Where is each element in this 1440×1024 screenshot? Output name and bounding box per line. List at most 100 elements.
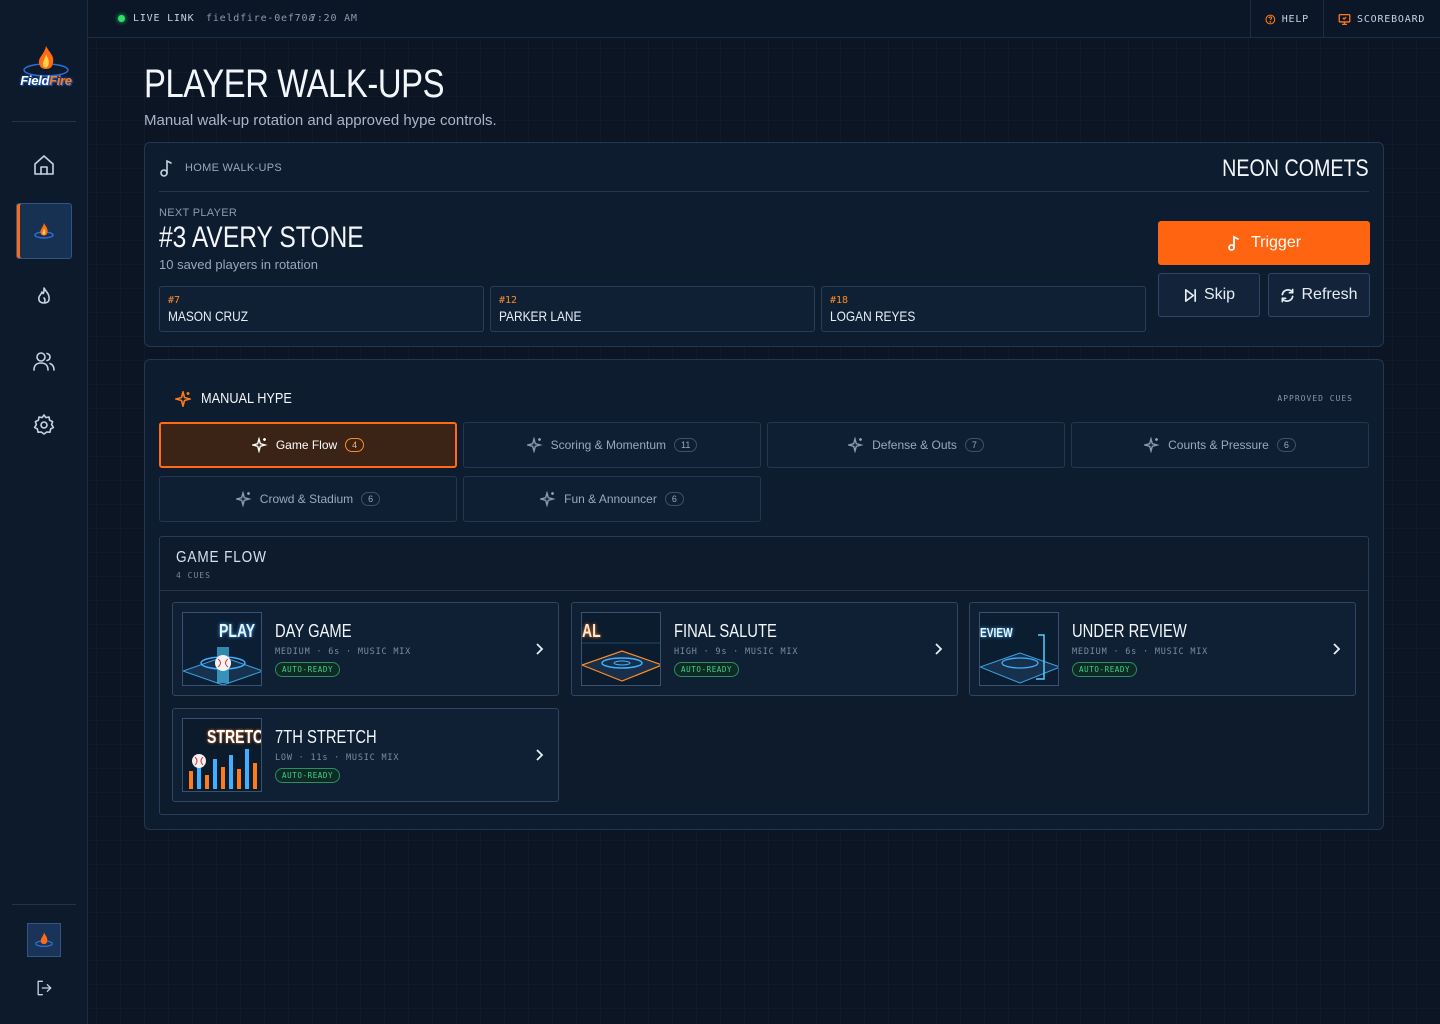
logout-button[interactable] — [16, 960, 72, 1016]
cue-card-day-game[interactable]: PLAY DAY GAME MEDIUM · 6s · MUSIC MIX AU… — [172, 602, 559, 696]
chevron-right-icon — [1329, 641, 1343, 657]
trigger-label: Trigger — [1250, 234, 1302, 251]
nav-home[interactable] — [16, 137, 72, 193]
refresh-button[interactable]: Refresh — [1268, 273, 1370, 317]
skip-label: Skip — [1203, 286, 1236, 303]
sparkle-icon — [540, 491, 556, 507]
topbar: LIVE LINK fieldfire-0ef70a 7:20 AM HELP … — [88, 0, 1440, 38]
player-name: LOGAN REYES — [830, 308, 916, 324]
cue-thumbnail: STRETC — [182, 718, 262, 792]
live-dot-icon — [118, 15, 125, 22]
upcoming-player-card[interactable]: #18 LOGAN REYES — [821, 286, 1146, 332]
tab-label: Game Flow — [275, 438, 338, 452]
cue-title: FINAL SALUTE — [674, 621, 777, 641]
tab-crowd-stadium[interactable]: Crowd & Stadium 6 — [159, 476, 457, 522]
thumbnail-word: AL — [582, 621, 601, 641]
help-label: HELP — [1281, 13, 1309, 25]
cue-card-7th-stretch[interactable]: STRETC 7TH STRETCH LOW · 11s · MUSIC MIX… — [172, 708, 559, 802]
thumbnail-word: PLAY — [219, 621, 256, 641]
scoreboard-label: SCOREBOARD — [1357, 13, 1426, 25]
tab-label: Defense & Outs — [872, 438, 957, 452]
nav-players[interactable] — [16, 333, 72, 389]
player-number: #7 — [168, 295, 181, 306]
nav-walkups[interactable] — [16, 203, 72, 259]
chevron-right-icon — [931, 641, 945, 657]
live-status: LIVE LINK — [118, 13, 194, 24]
flame-icon — [38, 287, 50, 304]
manual-hype-panel: MANUAL HYPE APPROVED CUES Game Flow 4 Sc… — [144, 359, 1384, 830]
tab-count-badge: 6 — [664, 492, 684, 506]
thumbnail-word: EVIEW — [980, 625, 1013, 640]
cue-group-count: 4 CUES — [176, 571, 211, 580]
tab-game-flow[interactable]: Game Flow 4 — [159, 422, 457, 468]
tab-scoring-momentum[interactable]: Scoring & Momentum 11 — [463, 422, 761, 468]
cue-group: GAME FLOW 4 CUES PLAY DAY GAME MEDIUM · … — [159, 536, 1369, 815]
help-button[interactable]: HELP — [1250, 0, 1323, 38]
walkup-section-label: HOME WALK-UPS — [185, 162, 283, 174]
tab-defense-outs[interactable]: Defense & Outs 7 — [767, 422, 1065, 468]
sidebar: FieldFire — [0, 0, 88, 1024]
sparkle-icon — [175, 390, 191, 407]
player-number: #18 — [830, 295, 849, 306]
clock-time: 7:20 AM — [310, 13, 358, 24]
cue-thumbnail: AL — [581, 612, 661, 686]
status-badge: AUTO-READY — [275, 662, 341, 677]
tab-label: Fun & Announcer — [564, 492, 657, 506]
cue-meta: MEDIUM · 6s · MUSIC MIX — [275, 647, 412, 657]
status-badge: AUTO-READY — [674, 662, 740, 677]
upcoming-player-card[interactable]: #7 MASON CRUZ — [159, 286, 484, 332]
music-note-icon — [1228, 235, 1239, 251]
tab-counts-pressure[interactable]: Counts & Pressure 6 — [1071, 422, 1369, 468]
avatar[interactable] — [27, 923, 61, 957]
cue-card-final-salute[interactable]: AL FINAL SALUTE HIGH · 9s · MUSIC MIX AU… — [571, 602, 958, 696]
scoreboard-button[interactable]: SCOREBOARD — [1323, 0, 1440, 38]
logout-icon — [37, 980, 52, 996]
walkup-panel: HOME WALK-UPS NEON COMETS NEXT PLAYER #3… — [144, 142, 1384, 347]
trigger-button[interactable]: Trigger — [1158, 221, 1370, 265]
skip-button[interactable]: Skip — [1158, 273, 1260, 317]
player-name: MASON CRUZ — [168, 308, 249, 324]
cue-meta: LOW · 11s · MUSIC MIX — [275, 753, 400, 763]
page-title: PLAYER WALK-UPS — [144, 62, 445, 106]
monitor-icon — [1338, 13, 1351, 25]
divider — [159, 191, 1369, 192]
sparkle-icon — [1144, 437, 1160, 453]
nav-settings[interactable] — [16, 397, 72, 453]
skip-icon — [1184, 288, 1196, 302]
cue-card-under-review[interactable]: EVIEW UNDER REVIEW MEDIUM · 6s · MUSIC M… — [969, 602, 1356, 696]
refresh-label: Refresh — [1301, 286, 1358, 303]
approved-cues-label: APPROVED CUES — [1277, 394, 1353, 403]
tab-count-badge: 11 — [674, 438, 698, 452]
cue-title: DAY GAME — [275, 621, 352, 641]
fieldfire-avatar-icon — [35, 932, 53, 948]
upcoming-player-card[interactable]: #12 PARKER LANE — [490, 286, 815, 332]
cue-group-title: GAME FLOW — [176, 549, 267, 566]
sidebar-divider — [12, 121, 76, 122]
cue-thumbnail: PLAY — [182, 612, 262, 686]
cue-title: UNDER REVIEW — [1072, 621, 1187, 641]
chevron-right-icon — [532, 747, 546, 763]
sparkle-icon — [848, 437, 864, 453]
next-player-label: NEXT PLAYER — [159, 207, 238, 219]
tab-fun-announcer[interactable]: Fun & Announcer 6 — [463, 476, 761, 522]
status-badge: AUTO-READY — [1072, 662, 1138, 677]
tab-count-badge: 7 — [964, 438, 984, 452]
session-id: fieldfire-0ef70a — [206, 13, 316, 24]
cue-thumbnail: EVIEW — [979, 612, 1059, 686]
tab-label: Scoring & Momentum — [550, 438, 667, 452]
nav-hype[interactable] — [16, 269, 72, 325]
music-note-icon — [160, 159, 172, 177]
cue-title: 7TH STRETCH — [275, 727, 377, 747]
manual-hype-header: MANUAL HYPE — [175, 390, 308, 407]
logo-wordmark: FieldFire — [20, 73, 72, 88]
tab-label: Crowd & Stadium — [259, 492, 354, 506]
thumbnail-word: STRETC — [207, 727, 262, 747]
team-name: NEON COMETS — [1222, 155, 1369, 182]
users-icon — [33, 352, 55, 371]
tab-count-badge: 6 — [1276, 438, 1296, 452]
sparkle-icon — [235, 491, 252, 507]
gear-icon — [33, 414, 55, 435]
chevron-right-icon — [532, 641, 546, 657]
cue-meta: MEDIUM · 6s · MUSIC MIX — [1072, 647, 1209, 657]
fieldfire-logo[interactable]: FieldFire — [14, 40, 78, 96]
